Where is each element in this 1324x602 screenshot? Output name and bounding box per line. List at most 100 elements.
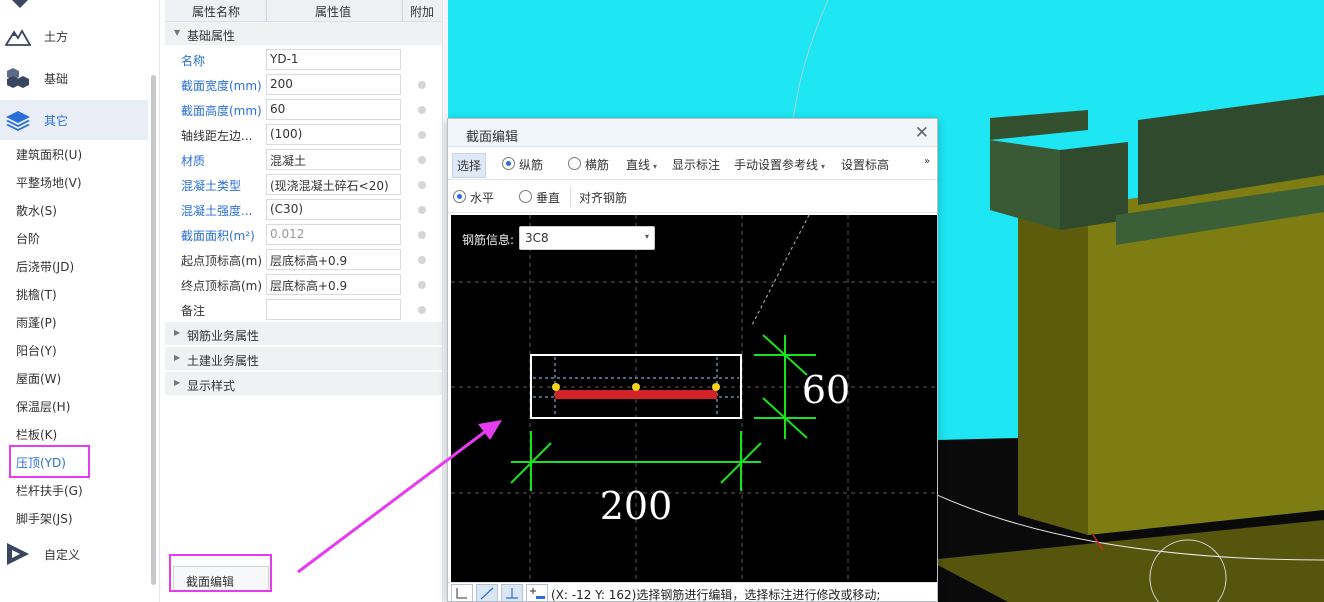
- prop-value-field[interactable]: YD-1: [266, 49, 401, 70]
- nav-item-balcony[interactable]: 阳台(Y): [16, 340, 57, 362]
- nav-item-railing[interactable]: 栏杆扶手(G): [16, 480, 83, 502]
- expand-arrow-icon: ▶: [174, 353, 181, 362]
- section-edit-dialog: 截面编辑 ✕ 选择 纵筋 横筋 直线 ▾ 显示标注 手动设置参考线 ▾ 设置标高 »…: [447, 118, 938, 602]
- add-point-icon[interactable]: [526, 584, 548, 601]
- vertical-radio[interactable]: [519, 190, 532, 203]
- nav-item-eave[interactable]: 挑檐(T): [16, 284, 57, 306]
- nav-item-post-pour-strip[interactable]: 后浇带(JD): [16, 256, 74, 278]
- prop-value-field[interactable]: (100): [266, 124, 401, 145]
- prop-value-field[interactable]: 混凝土: [266, 149, 401, 170]
- dialog-titlebar[interactable]: 截面编辑 ✕: [448, 119, 937, 147]
- nav-item-scaffold[interactable]: 脚手架(JS): [16, 508, 73, 530]
- category-other-label: 其它: [44, 114, 69, 128]
- section-drawing: 200 60: [451, 215, 937, 582]
- extra-checkbox[interactable]: [418, 281, 426, 289]
- expand-arrow-icon: ▶: [174, 328, 181, 337]
- prop-value-field[interactable]: 200: [266, 74, 401, 95]
- set-elevation-button[interactable]: 设置标高: [841, 156, 889, 173]
- nav-item-building-area[interactable]: 建筑面积(U): [16, 144, 82, 166]
- extra-checkbox[interactable]: [418, 181, 426, 189]
- extra-checkbox[interactable]: [418, 81, 426, 89]
- prop-row-name: 名称 YD-1: [165, 47, 442, 72]
- group-rebar-properties[interactable]: ▶ 钢筋业务属性: [165, 322, 442, 346]
- horizontal-label[interactable]: 水平: [470, 189, 494, 206]
- line-mode-label: 直线: [626, 158, 651, 172]
- chevron-down-icon: ▾: [821, 162, 826, 171]
- select-tool-button[interactable]: 选择: [452, 153, 487, 178]
- nav-item-site-leveling[interactable]: 平整场地(V): [16, 172, 82, 194]
- show-dimension-button[interactable]: 显示标注: [672, 156, 720, 173]
- prop-label: 终点顶标高(m): [181, 279, 263, 293]
- nav-scrollbar[interactable]: [150, 0, 158, 602]
- line-mode-dropdown[interactable]: 直线 ▾: [626, 156, 657, 173]
- prop-row-concrete-type: 混凝土类型 (现浇混凝土碎石<20): [165, 172, 442, 197]
- perpendicular-snap-icon[interactable]: [501, 584, 523, 601]
- mountain-icon: [5, 29, 31, 46]
- prop-value-field[interactable]: 60: [266, 99, 401, 120]
- nav-item-parapet-panel[interactable]: 栏板(K): [16, 424, 57, 446]
- extra-checkbox[interactable]: [418, 306, 426, 314]
- status-message: (X: -12 Y: 162)选择钢筋进行编辑，选择标注进行修改或移动;: [551, 588, 881, 602]
- transverse-radio[interactable]: [568, 157, 581, 170]
- dialog-toolbar-secondary: 水平 垂直 对齐钢筋: [448, 181, 937, 213]
- prop-value-field[interactable]: 层底标高+0.9: [266, 274, 401, 295]
- toolbar-divider: [570, 187, 571, 207]
- extra-checkbox[interactable]: [418, 156, 426, 164]
- more-tools-icon[interactable]: »: [924, 156, 930, 167]
- group-basic-label: 基础属性: [187, 29, 236, 43]
- transverse-label[interactable]: 横筋: [585, 156, 609, 173]
- nav-item-roof[interactable]: 屋面(W): [16, 368, 61, 390]
- section-canvas[interactable]: 200 60 钢筋信息: 3C8 ▾: [451, 215, 937, 582]
- prop-value-field[interactable]: 层底标高+0.9: [266, 249, 401, 270]
- chevron-down-icon: ▾: [644, 232, 649, 241]
- extra-checkbox[interactable]: [418, 106, 426, 114]
- section-edit-highlight-box: [169, 554, 272, 592]
- extra-checkbox[interactable]: [418, 256, 426, 264]
- group-civil-label: 土建业务属性: [187, 354, 260, 368]
- longitudinal-label[interactable]: 纵筋: [519, 156, 543, 173]
- prop-value-field[interactable]: [266, 299, 401, 320]
- group-basic-properties[interactable]: ▼ 基础属性: [165, 22, 442, 46]
- nav-item-steps[interactable]: 台阶: [16, 228, 40, 250]
- nav-item-canopy[interactable]: 雨蓬(P): [16, 312, 57, 334]
- prop-value-field[interactable]: (现浇混凝土碎石<20): [266, 174, 401, 195]
- prop-row-start-elevation: 起点顶标高(m) 层底标高+0.9: [165, 247, 442, 272]
- diagonal-snap-icon[interactable]: [476, 584, 498, 601]
- manual-ref-line-dropdown[interactable]: 手动设置参考线 ▾: [734, 156, 825, 173]
- properties-header: 属性名称 属性值 附加: [165, 0, 442, 22]
- group-display-style[interactable]: ▶ 显示样式: [165, 372, 442, 396]
- prop-label: 混凝土类型: [181, 179, 242, 193]
- prop-value-field: 0.012: [266, 224, 401, 245]
- category-other[interactable]: 其它: [0, 100, 148, 140]
- align-rebar-button[interactable]: 对齐钢筋: [579, 189, 627, 206]
- extra-checkbox[interactable]: [418, 131, 426, 139]
- nav-scrollbar-thumb[interactable]: [151, 75, 156, 585]
- extra-checkbox[interactable]: [418, 206, 426, 214]
- longitudinal-radio[interactable]: [502, 157, 515, 170]
- ortho-snap-icon[interactable]: [451, 584, 473, 601]
- extra-checkbox[interactable]: [418, 231, 426, 239]
- group-civil-properties[interactable]: ▶ 土建业务属性: [165, 347, 442, 371]
- header-property-value: 属性值: [315, 5, 352, 19]
- prop-row-section-area: 截面面积(m²) 0.012: [165, 222, 442, 247]
- nav-item-insulation[interactable]: 保温层(H): [16, 396, 70, 418]
- header-divider: [266, 0, 267, 22]
- rebar-info-select[interactable]: 3C8 ▾: [519, 226, 655, 250]
- rebar-line[interactable]: [555, 390, 717, 399]
- nav-item-apron[interactable]: 散水(S): [16, 200, 57, 222]
- vertical-label[interactable]: 垂直: [536, 189, 560, 206]
- dialog-statusbar: (X: -12 Y: 162)选择钢筋进行编辑，选择标注进行修改或移动;: [448, 582, 937, 602]
- prop-label: 混凝土强度...: [181, 204, 253, 218]
- category-custom[interactable]: 自定义: [0, 534, 148, 574]
- category-earthwork[interactable]: 土方: [0, 16, 148, 56]
- horizontal-radio[interactable]: [453, 190, 466, 203]
- height-dimension-text[interactable]: 60: [802, 368, 850, 412]
- close-icon[interactable]: ✕: [915, 123, 929, 143]
- category-foundation[interactable]: 基础: [0, 58, 148, 98]
- prop-value-field[interactable]: (C30): [266, 199, 401, 220]
- prop-label: 截面宽度(mm): [181, 79, 262, 93]
- prop-row-material: 材质 混凝土: [165, 147, 442, 172]
- width-dimension-text[interactable]: 200: [600, 484, 673, 528]
- dialog-toolbar-primary: 选择 纵筋 横筋 直线 ▾ 显示标注 手动设置参考线 ▾ 设置标高 »: [448, 148, 937, 180]
- prop-label: 轴线距左边...: [181, 129, 253, 143]
